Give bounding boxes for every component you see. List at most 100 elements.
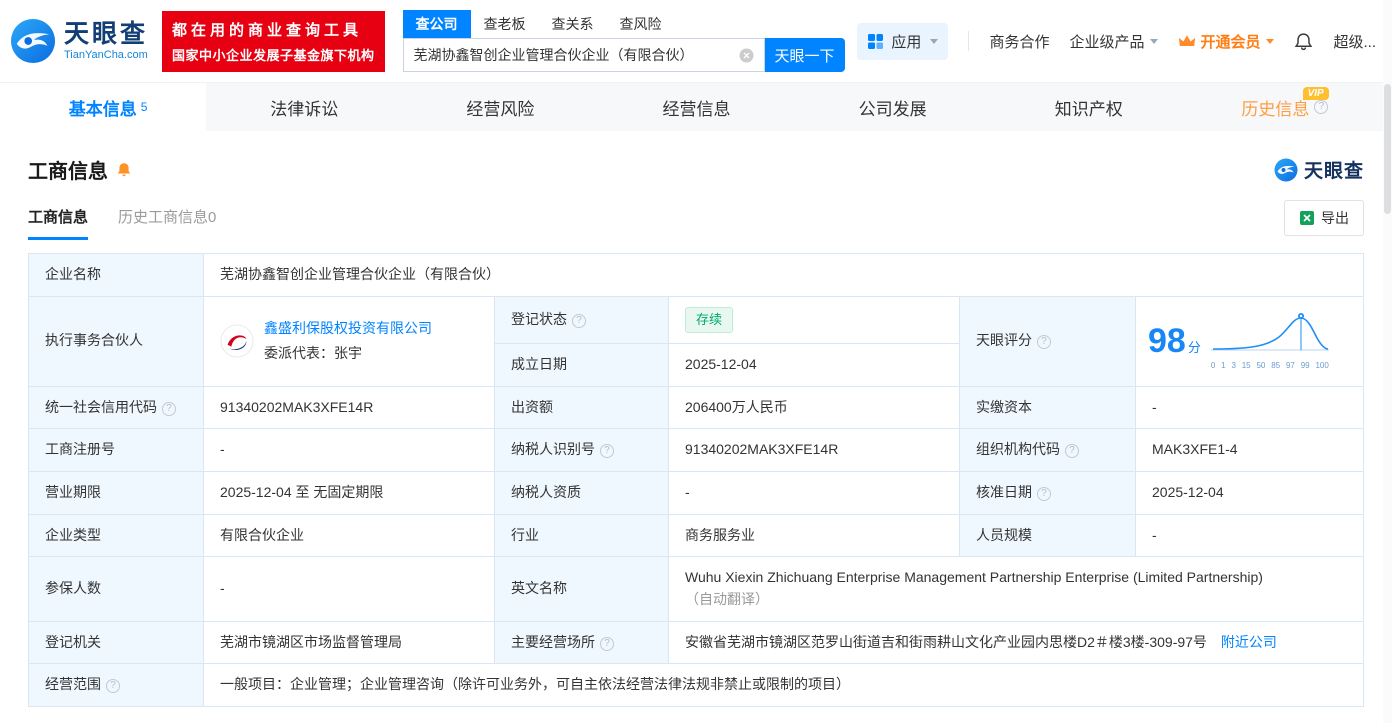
promo-line1: 都在用的商业查询工具: [172, 21, 363, 39]
search-tab-boss[interactable]: 查老板: [471, 10, 539, 38]
subtab-business-info[interactable]: 工商信息: [28, 206, 89, 240]
status-badge: 存续: [685, 306, 734, 333]
field-value-staff-size: -: [1135, 513, 1364, 558]
nav-enterprise-products[interactable]: 企业级产品: [1069, 31, 1159, 52]
field-label-company-type: 企业类型: [28, 513, 204, 558]
field-value-registration-authority: 芜湖市镜湖区市场监督管理局: [203, 620, 495, 665]
field-value-taxpayer-id: 91340202MAK3XFE14R: [668, 428, 960, 472]
chevron-down-icon: [930, 38, 939, 44]
vertical-scrollbar[interactable]: [1383, 0, 1392, 723]
field-value-registration-number: -: [203, 428, 495, 472]
field-value-org-code: MAK3XFE1-4: [1135, 428, 1364, 472]
business-info-table: 企业名称 芜湖协鑫智创企业管理合伙企业（有限合伙） 执行事务合伙人 鑫盛利保股权…: [28, 253, 1364, 708]
tab-legal-proceedings[interactable]: 法律诉讼: [206, 83, 402, 131]
partner-company-link[interactable]: 鑫盛利保股权投资有限公司: [264, 320, 432, 336]
subtab-history-business-info[interactable]: 历史工商信息0: [118, 206, 216, 240]
company-section-tabs: 基本信息 5 法律诉讼 经营风险 经营信息 公司发展 知识产权 VIP 历史信息 …: [10, 83, 1383, 131]
field-label-approval-date: 核准日期?: [959, 470, 1136, 515]
partner-company-logo: [220, 324, 254, 358]
tab-operation-risk[interactable]: 经营风险: [402, 83, 598, 131]
divider: [968, 31, 970, 51]
help-icon[interactable]: ?: [162, 401, 176, 416]
nav-super-vip[interactable]: 超级...: [1333, 31, 1376, 52]
nav-business-cooperation[interactable]: 商务合作: [989, 31, 1049, 52]
field-label-staff-size: 人员规模: [959, 513, 1136, 558]
field-value-business-scope: 一般项目：企业管理；企业管理咨询（除许可业务外，可自主依法经营法律法规非禁止或限…: [203, 663, 1364, 708]
field-value-executive-partner: 鑫盛利保股权投资有限公司 委派代表：张宇: [203, 295, 495, 387]
tianyancha-logo-icon: [10, 18, 56, 64]
tianyancha-logo-icon: [1274, 158, 1298, 181]
notification-bell-icon[interactable]: [1294, 32, 1313, 51]
tab-basic-info[interactable]: 基本信息 5: [10, 83, 207, 131]
monitor-bell-icon[interactable]: [116, 161, 132, 178]
score-unit: 分: [1187, 339, 1201, 355]
apps-menu[interactable]: 应用: [857, 22, 949, 60]
apps-label: 应用: [891, 33, 922, 51]
field-value-tianyan-score: 98 分 0 1 3 15 50 85 97 99 100: [1135, 295, 1364, 387]
field-label-industry: 行业: [494, 513, 669, 558]
field-label-company-name: 企业名称: [28, 253, 204, 297]
main-content: 工商信息 天眼查 工商信息 历史工商信息0 导出 企业名称 芜湖协鑫智创企业管理…: [0, 155, 1392, 708]
tab-history-info[interactable]: VIP 历史信息 ?: [1187, 83, 1383, 131]
subtabs: 工商信息 历史工商信息0: [28, 206, 216, 240]
search-input[interactable]: 芜湖协鑫智创企业管理合伙企业（有限合伙）: [402, 38, 765, 72]
vip-badge: VIP: [1302, 87, 1329, 100]
field-value-insured-count: -: [203, 556, 495, 622]
field-label-business-term: 营业期限: [28, 470, 204, 515]
search-tabs: 查公司 查老板 查关系 查风险: [402, 10, 845, 38]
tab-intellectual-property[interactable]: 知识产权: [991, 83, 1187, 131]
field-value-established-date: 2025-12-04: [668, 342, 960, 387]
nearby-companies-link[interactable]: 附近公司: [1221, 634, 1277, 650]
search-tab-company[interactable]: 查公司: [402, 10, 471, 38]
search-tab-risk[interactable]: 查风险: [607, 10, 675, 38]
chevron-down-icon: [1266, 38, 1275, 44]
export-button[interactable]: 导出: [1284, 200, 1364, 236]
field-value-capital: 206400万人民币: [668, 385, 960, 430]
field-value-company-name: 芜湖协鑫智创企业管理合伙企业（有限合伙）: [203, 253, 1364, 297]
score-axis: 0 1 3 15 50 85 97 99 100: [1210, 360, 1329, 370]
help-icon[interactable]: ?: [1037, 335, 1051, 350]
field-value-business-term: 2025-12-04 至 无固定期限: [203, 470, 495, 515]
field-value-approval-date: 2025-12-04: [1135, 470, 1364, 515]
field-label-registration-authority: 登记机关: [28, 620, 204, 665]
tab-operation-info[interactable]: 经营信息: [598, 83, 794, 131]
help-icon[interactable]: ?: [106, 679, 120, 694]
help-icon[interactable]: ?: [1037, 486, 1051, 501]
field-label-taxpayer-id: 纳税人识别号?: [494, 428, 669, 472]
help-icon[interactable]: ?: [1065, 444, 1079, 459]
field-label-business-scope: 经营范围?: [28, 663, 204, 708]
help-icon[interactable]: ?: [600, 444, 614, 459]
watermark-label: 天眼查: [1303, 161, 1364, 182]
search-area: 查公司 查老板 查关系 查风险 芜湖协鑫智创企业管理合伙企业（有限合伙） 天眼一…: [402, 10, 845, 72]
help-icon[interactable]: ?: [572, 313, 586, 328]
nav-open-vip[interactable]: 开通会员: [1178, 31, 1275, 52]
field-label-english-name: 英文名称: [494, 556, 669, 622]
header-nav: 应用 商务合作 企业级产品 开通会员 超级...: [857, 22, 1376, 60]
search-button[interactable]: 天眼一下: [764, 38, 845, 72]
tianyancha-watermark: 天眼查: [1274, 156, 1364, 183]
export-label: 导出: [1321, 210, 1349, 226]
help-icon[interactable]: ?: [1314, 100, 1329, 114]
top-header: 天眼查 TianYanCha.com 都在用的商业查询工具 国家中小企业发展子基…: [0, 0, 1392, 83]
field-label-business-address: 主要经营场所?: [494, 620, 669, 665]
field-value-company-type: 有限合伙企业: [203, 513, 495, 558]
help-icon[interactable]: ?: [600, 636, 614, 651]
open-vip-label: 开通会员: [1200, 33, 1261, 51]
field-label-tianyan-score: 天眼评分?: [959, 295, 1136, 387]
excel-icon: [1300, 211, 1314, 225]
tab-company-development[interactable]: 公司发展: [795, 83, 991, 131]
field-value-business-address: 安徽省芜湖市镜湖区范罗山街道吉和街雨耕山文化产业园内思楼D2＃楼3楼-309-9…: [668, 620, 1364, 665]
scrollbar-thumb[interactable]: [1384, 84, 1391, 214]
search-tab-relation[interactable]: 查关系: [539, 10, 607, 38]
clear-icon[interactable]: [739, 48, 754, 63]
field-value-industry: 商务服务业: [668, 513, 960, 558]
field-label-org-code: 组织机构代码?: [959, 428, 1136, 472]
field-label-established-date: 成立日期: [494, 342, 669, 387]
field-label-capital: 出资额: [494, 385, 669, 430]
field-label-executive-partner: 执行事务合伙人: [28, 295, 204, 387]
search-input-value: 芜湖协鑫智创企业管理合伙企业（有限合伙）: [413, 47, 694, 63]
field-value-registration-status: 存续: [668, 295, 960, 344]
field-label-registration-number: 工商注册号: [28, 428, 204, 472]
tianyancha-logo[interactable]: 天眼查 TianYanCha.com: [10, 18, 148, 64]
field-label-taxpayer-quality: 纳税人资质: [494, 470, 669, 515]
